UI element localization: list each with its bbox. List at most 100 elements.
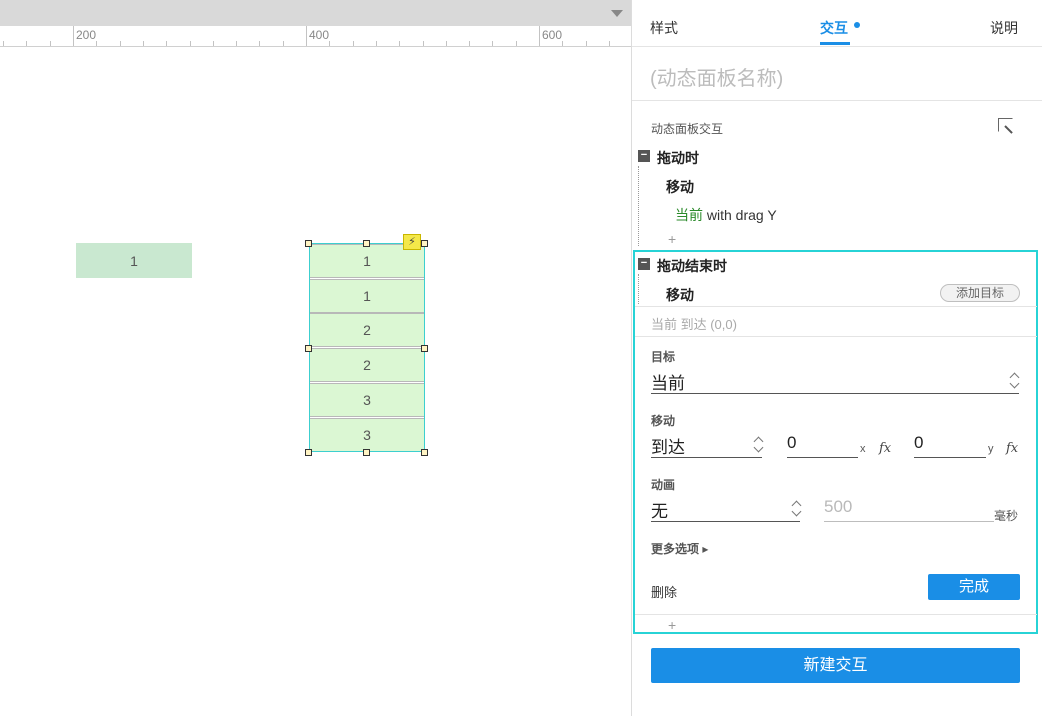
y-input[interactable]: 0	[914, 433, 923, 453]
fx-icon[interactable]: fx	[879, 441, 891, 456]
ruler-tick	[492, 41, 493, 46]
resize-handle[interactable]	[421, 449, 428, 456]
event-tree-line	[638, 166, 639, 246]
tab-active-underline	[820, 42, 850, 45]
action-drag-detail: with drag Y	[706, 207, 777, 223]
field-underline	[651, 521, 800, 522]
tab-notes[interactable]: 说明	[990, 18, 1018, 38]
field-underline	[914, 457, 986, 458]
tab-modified-dot	[854, 22, 860, 28]
duration-unit: 毫秒	[994, 509, 1019, 523]
ruler-label: 600	[542, 28, 563, 42]
divider	[632, 100, 1042, 101]
ruler-tick	[259, 41, 260, 46]
event-title-drag[interactable]: 拖动时	[657, 148, 699, 168]
ruler-label: 200	[76, 28, 97, 42]
resize-handle[interactable]	[305, 449, 312, 456]
select-arrows-icon[interactable]	[792, 500, 802, 518]
animation-label: 动画	[651, 478, 676, 492]
field-underline	[824, 521, 994, 522]
event-tree-line	[638, 274, 639, 304]
ruler-tick	[469, 41, 470, 46]
ruler-tick	[586, 41, 587, 46]
new-interaction-button[interactable]: 新建交互	[651, 648, 1020, 683]
ruler-tick	[50, 41, 51, 46]
ruler-tick	[213, 41, 214, 46]
move-label: 移动	[651, 414, 676, 428]
tab-interactions[interactable]: 交互	[820, 18, 848, 38]
ruler-tick	[423, 41, 424, 46]
ruler-tick	[26, 41, 27, 46]
ruler-tick	[446, 41, 447, 46]
divider	[632, 46, 1042, 47]
field-underline	[651, 457, 762, 458]
resize-handle[interactable]	[363, 240, 370, 247]
ruler-tick	[73, 26, 74, 46]
ruler-tick	[236, 41, 237, 46]
target-label: 目标	[651, 350, 676, 364]
resize-handle[interactable]	[305, 240, 312, 247]
resize-handle[interactable]	[421, 345, 428, 352]
panel-name-input[interactable]: (动态面板名称)	[650, 62, 783, 91]
duration-input[interactable]: 500	[824, 497, 852, 517]
action-title-move[interactable]: 移动	[666, 177, 694, 197]
tab-style[interactable]: 样式	[650, 18, 678, 38]
fx-icon[interactable]: fx	[1006, 441, 1018, 456]
action-detail[interactable]: 当前 with drag Y	[675, 205, 777, 225]
ruler-tick	[166, 41, 167, 46]
animation-select[interactable]: 无	[651, 497, 668, 522]
ruler-tick	[96, 41, 97, 46]
divider	[635, 336, 1037, 337]
action-target: 当前	[675, 207, 703, 223]
collapse-icon[interactable]: −	[638, 150, 650, 162]
ruler-tick	[399, 41, 400, 46]
ruler-tick	[609, 41, 610, 46]
add-action-icon[interactable]: +	[668, 231, 676, 247]
more-options-link[interactable]: 更多选项 ▸	[651, 540, 708, 557]
ruler-tick	[562, 41, 563, 46]
ruler-tick	[143, 41, 144, 46]
ruler-tick	[516, 41, 517, 46]
y-axis-label: y	[988, 443, 994, 455]
ruler-tick	[376, 41, 377, 46]
event-title-drag-end[interactable]: 拖动结束时	[657, 256, 727, 276]
field-underline	[787, 457, 858, 458]
field-underline	[651, 393, 1019, 394]
section-label: 动态面板交互	[651, 122, 724, 136]
resize-handle[interactable]	[363, 449, 370, 456]
x-input[interactable]: 0	[787, 433, 796, 453]
lightning-bolt-icon[interactable]: ⚡	[403, 234, 421, 250]
add-target-button[interactable]: 添加目标	[940, 284, 1020, 302]
delete-link[interactable]: 删除	[651, 582, 677, 601]
ruler-tick	[3, 41, 4, 46]
select-arrows-icon[interactable]	[754, 436, 764, 454]
move-type-select[interactable]: 到达	[651, 433, 685, 458]
inspector-panel: 样式 交互 说明 (动态面板名称) 动态面板交互 − 拖动时 移动 当前 wit…	[631, 0, 1042, 716]
dropdown-arrow-icon[interactable]	[611, 10, 623, 17]
action-title-move[interactable]: 移动	[666, 285, 694, 305]
canvas-cell[interactable]: 1	[76, 243, 192, 278]
ruler-tick	[190, 41, 191, 46]
resize-handle[interactable]	[421, 240, 428, 247]
ruler-tick	[306, 26, 307, 46]
done-button[interactable]: 完成	[928, 574, 1020, 600]
ruler-tick	[329, 41, 330, 46]
action-summary: 当前 到达 (0,0)	[651, 317, 737, 332]
dynamic-panel-selection[interactable]	[309, 243, 425, 452]
ruler-tick	[120, 41, 121, 46]
ruler-label: 400	[309, 28, 330, 42]
collapse-icon[interactable]: −	[638, 258, 650, 270]
design-canvas[interactable]: 200 400 600 1 112233 ⚡	[0, 0, 631, 716]
horizontal-ruler: 200 400 600	[0, 26, 631, 47]
ruler-tick	[353, 41, 354, 46]
divider	[635, 306, 1037, 307]
ruler-tick	[283, 41, 284, 46]
ruler-tick	[539, 26, 540, 46]
target-select[interactable]: 当前	[651, 369, 685, 394]
x-axis-label: x	[860, 443, 866, 455]
select-arrows-icon[interactable]	[1010, 372, 1020, 390]
pick-target-icon[interactable]	[998, 118, 1013, 132]
add-action-icon[interactable]: +	[668, 617, 676, 633]
canvas-top-bar	[0, 0, 631, 26]
resize-handle[interactable]	[305, 345, 312, 352]
